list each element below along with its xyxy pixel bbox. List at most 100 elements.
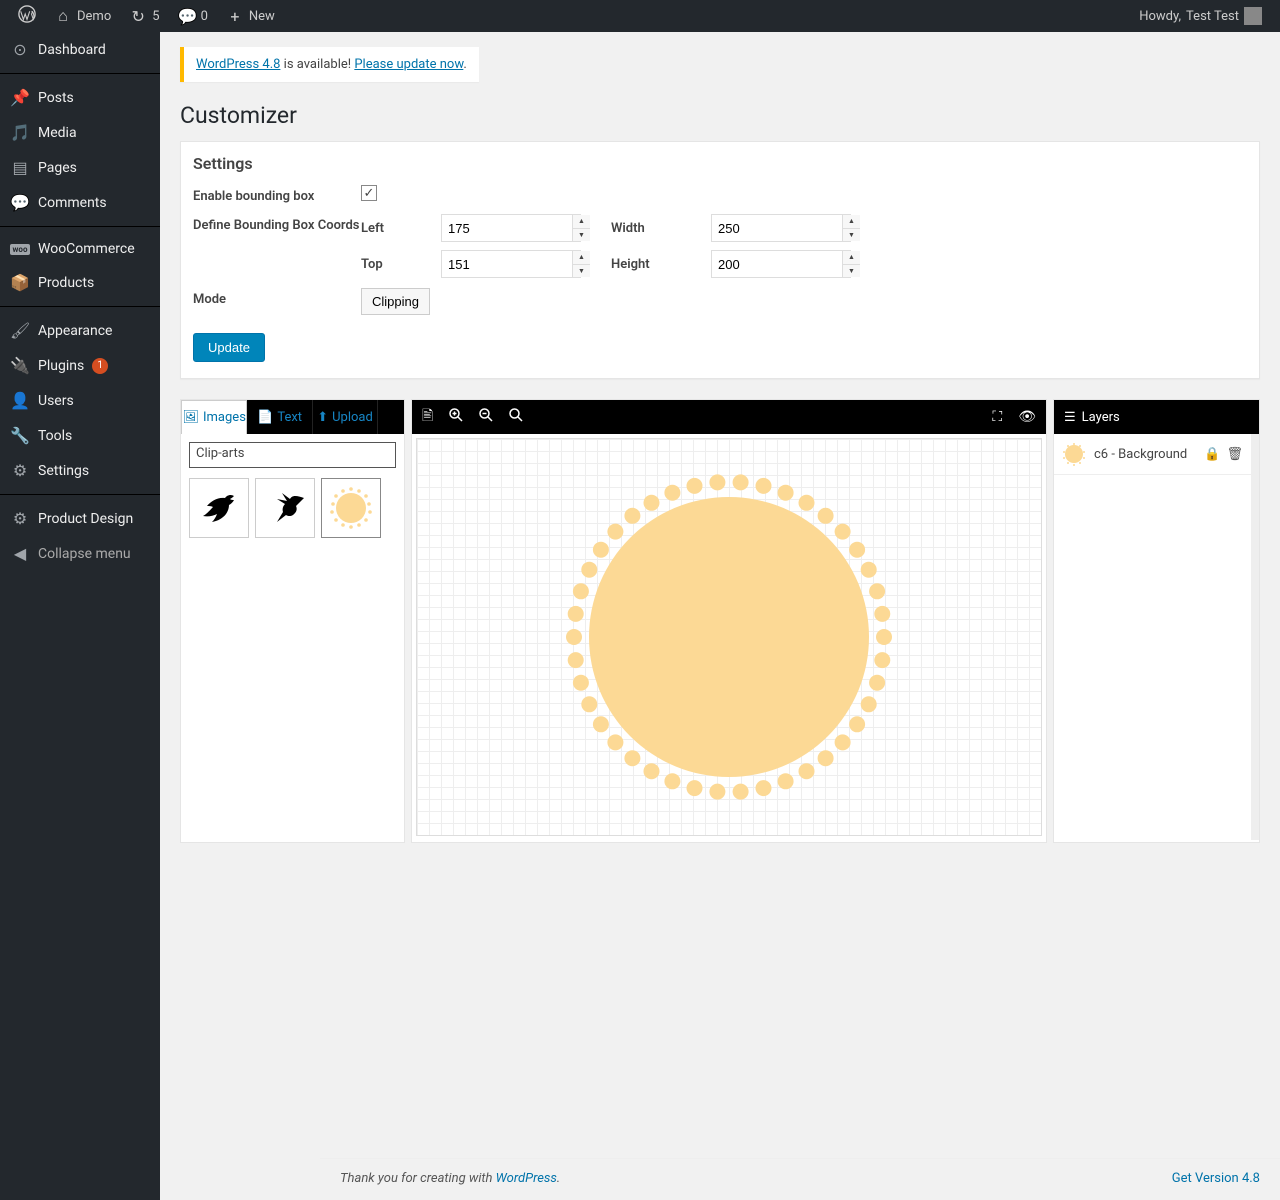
plugin-badge: 1 (92, 358, 108, 374)
menu-media[interactable]: 🎵 Media (0, 115, 160, 150)
account-link[interactable]: Howdy, Test Test (1131, 0, 1270, 32)
designer: 🖼Images 📄 Text ⬆ Upload Clip-arts (180, 399, 1260, 843)
layers-icon: ☰ (1064, 410, 1076, 425)
site-name: Demo (77, 9, 111, 24)
pin-icon: 📌 (10, 88, 30, 107)
layer-name: c6 - Background (1094, 447, 1196, 462)
preview-icon[interactable]: 👁 (1018, 409, 1036, 425)
notice-update-link[interactable]: Please update now (354, 57, 463, 72)
menu-dashboard[interactable]: ⊙Dashboard (0, 32, 160, 67)
refresh-icon: ↻ (129, 7, 147, 26)
menu-comments[interactable]: 💬Comments (0, 185, 160, 220)
menu-label: Tools (38, 428, 72, 444)
top-spinner[interactable]: ▲▼ (572, 251, 590, 277)
tab-label: Text (277, 410, 302, 425)
update-button[interactable]: Update (193, 333, 265, 362)
footer-period: . (557, 1171, 560, 1186)
content-area: WordPress 4.8 is available! Please updat… (160, 32, 1280, 1200)
menu-plugins[interactable]: 🔌 Plugins 1 (0, 348, 160, 383)
menu-label: WooCommerce (38, 241, 135, 257)
collapse-icon: ◀ (10, 544, 30, 563)
site-link[interactable]: ⌂Demo (46, 0, 119, 32)
menu-posts[interactable]: 📌Posts (0, 80, 160, 115)
page-icon: ▤ (10, 158, 30, 177)
fullscreen-icon[interactable]: ⛶ (992, 409, 1002, 425)
footer-version-link[interactable]: Get Version 4.8 (1172, 1171, 1260, 1188)
category-select[interactable]: Clip-arts (189, 442, 396, 468)
plus-icon: + (226, 7, 244, 26)
dashboard-icon: ⊙ (10, 40, 30, 59)
tab-upload[interactable]: ⬆ Upload (313, 400, 378, 434)
new-link[interactable]: +New (218, 0, 283, 32)
enable-checkbox[interactable]: ✓ (361, 185, 377, 201)
width-input[interactable] (711, 214, 851, 242)
comments-link[interactable]: 💬0 (170, 0, 216, 32)
wordpress-icon (18, 5, 36, 27)
media-icon: 🎵 (10, 123, 30, 142)
box-icon: 📦 (10, 273, 30, 292)
top-input[interactable] (441, 250, 581, 278)
width-label: Width (611, 221, 691, 236)
top-label: Top (361, 257, 421, 272)
left-input[interactable] (441, 214, 581, 242)
menu-label: Collapse menu (38, 546, 131, 562)
menu-tools[interactable]: 🔧 Tools (0, 418, 160, 453)
export-icon[interactable]: 🖹 (422, 405, 433, 429)
zoom-out-icon[interactable] (479, 408, 493, 426)
zoom-icon[interactable] (509, 408, 523, 426)
canvas[interactable] (412, 434, 1046, 840)
notice-version-link[interactable]: WordPress 4.8 (196, 57, 280, 72)
menu-settings[interactable]: ⚙Settings (0, 453, 160, 488)
menu-collapse[interactable]: ◀ Collapse menu (0, 536, 160, 571)
clipart-hummingbird[interactable] (255, 478, 315, 538)
layer-row[interactable]: c6 - Background 🔒 🗑 (1054, 434, 1251, 475)
admin-sidebar: ⊙Dashboard 📌Posts 🎵 Media ▤Pages 💬Comment… (0, 32, 160, 1200)
width-spinner[interactable]: ▲▼ (842, 215, 860, 241)
page-title: Customizer (180, 102, 1260, 129)
menu-separator (0, 226, 160, 227)
tab-spacer (378, 400, 404, 434)
tab-label: Upload (332, 410, 373, 425)
menu-appearance[interactable]: 🖌Appearance (0, 313, 160, 348)
user-icon: 👤 (10, 391, 30, 410)
comment-icon: 💬 (178, 7, 196, 26)
update-notice: WordPress 4.8 is available! Please updat… (180, 47, 479, 82)
canvas-panel: 🖹 ⛶ 👁 (411, 399, 1047, 843)
coords-label: Define Bounding Box Coords (193, 214, 361, 233)
height-spinner[interactable]: ▲▼ (842, 251, 860, 277)
zoom-in-icon[interactable] (449, 408, 463, 426)
layers-heading: Layers (1082, 410, 1120, 425)
wrench-icon: 🔧 (10, 426, 30, 445)
tab-images[interactable]: 🖼Images (181, 400, 247, 434)
menu-label: Appearance (38, 323, 112, 339)
layers-panel: ☰ Layers c6 - Background 🔒 🗑 (1053, 399, 1260, 843)
mode-button[interactable]: Clipping (361, 288, 430, 315)
lock-icon[interactable]: 🔒 (1204, 447, 1220, 462)
menu-product-design[interactable]: ⚙Product Design (0, 501, 160, 536)
wp-logo[interactable] (10, 0, 44, 32)
clipart-sun[interactable] (321, 478, 381, 538)
left-spinner[interactable]: ▲▼ (572, 215, 590, 241)
menu-products[interactable]: 📦Products (0, 265, 160, 300)
hummingbird-silhouette-icon (265, 488, 305, 528)
footer-wordpress-link[interactable]: WordPress (496, 1171, 557, 1186)
user-name: Test Test (1186, 9, 1239, 24)
admin-bar: ⌂Demo ↻5 💬0 +New Howdy, Test Test (0, 0, 1280, 32)
menu-users[interactable]: 👤Users (0, 383, 160, 418)
file-icon: 📄 (257, 410, 273, 425)
plug-icon: 🔌 (10, 356, 30, 375)
trash-icon[interactable]: 🗑 (1226, 447, 1243, 462)
menu-label: Plugins (38, 358, 84, 374)
menu-label: Comments (38, 195, 107, 211)
height-input[interactable] (711, 250, 851, 278)
settings-heading: Settings (193, 154, 1247, 173)
clipart-bird[interactable] (189, 478, 249, 538)
updates-link[interactable]: ↻5 (121, 0, 167, 32)
menu-label: Media (38, 125, 77, 141)
upload-icon: ⬆ (317, 410, 328, 425)
menu-woocommerce[interactable]: wooWooCommerce (0, 233, 160, 265)
tab-text[interactable]: 📄 Text (247, 400, 312, 434)
menu-pages[interactable]: ▤Pages (0, 150, 160, 185)
menu-label: Product Design (38, 511, 133, 527)
sun-circle-icon (329, 486, 373, 530)
